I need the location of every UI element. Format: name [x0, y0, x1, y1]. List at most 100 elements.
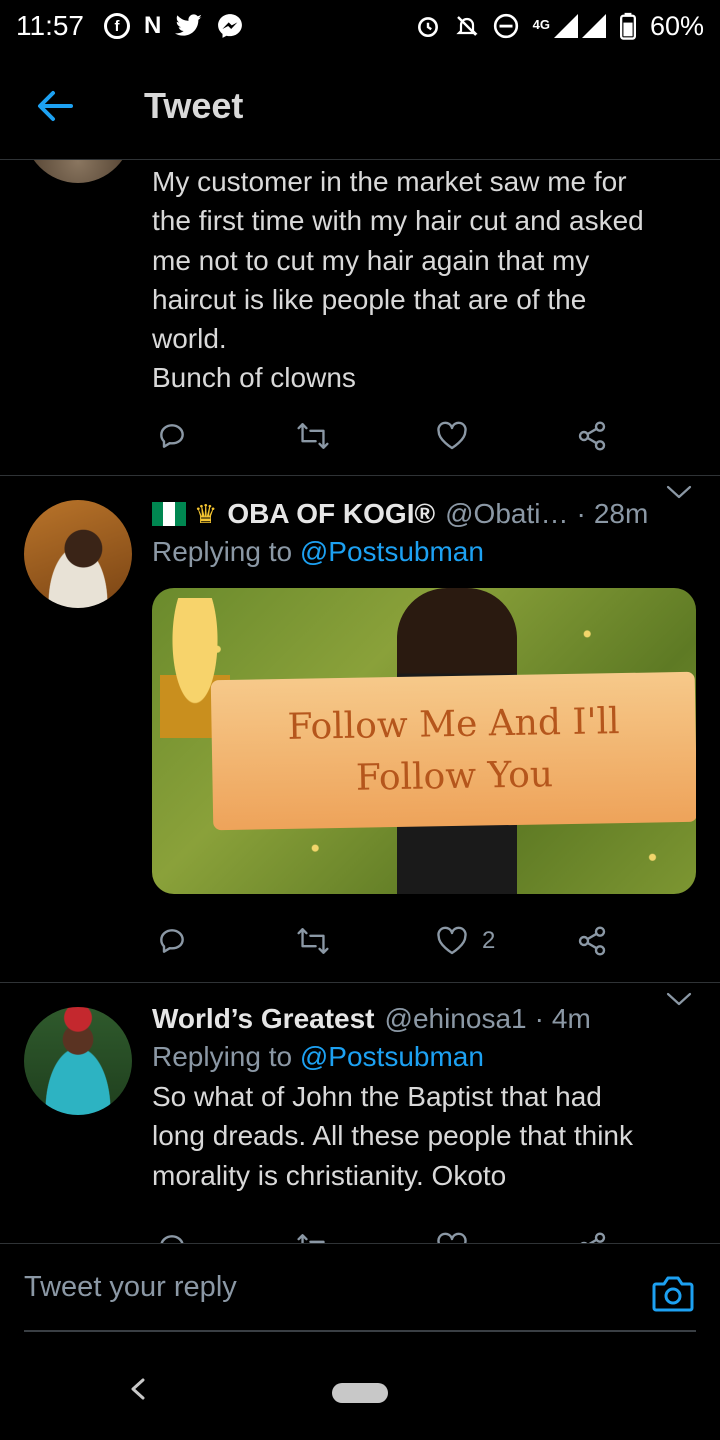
- back-arrow-icon: [38, 90, 73, 121]
- tweet-body: World’s Greatest @ehinosa1 · 4m Replying…: [152, 1003, 696, 1195]
- tweet-item[interactable]: World’s Greatest @ehinosa1 · 4m Replying…: [0, 983, 720, 1243]
- share-icon: [578, 926, 606, 956]
- twitter-icon: [175, 14, 203, 36]
- replying-to: Replying to @Postsubman: [152, 536, 696, 568]
- facebook-icon: f: [104, 13, 130, 39]
- battery-icon: [619, 12, 636, 40]
- separator-dot: ·: [576, 498, 586, 529]
- crown-icon: ♛: [194, 499, 218, 529]
- tweet-thread[interactable]: My customer in the market saw me for the…: [0, 160, 720, 1243]
- like-button[interactable]: [436, 1232, 468, 1243]
- status-time: 11:57: [16, 10, 84, 41]
- retweet-icon: [297, 1234, 325, 1243]
- share-icon: [580, 1232, 606, 1243]
- tweet-actions: [152, 1227, 612, 1243]
- reply-input[interactable]: Tweet your reply: [24, 1244, 696, 1332]
- tweet-text-line: So what of John the Baptist that had: [152, 1081, 602, 1112]
- reply-button[interactable]: [156, 1231, 188, 1243]
- back-button[interactable]: [0, 90, 110, 122]
- retweet-button[interactable]: [296, 926, 330, 956]
- dnd-icon: [493, 13, 518, 39]
- status-bar: 11:57 f N 4G 60%: [0, 0, 720, 52]
- news-icon: N: [144, 12, 162, 39]
- reply-icon: [160, 929, 184, 953]
- like-button[interactable]: [436, 421, 468, 451]
- separator-dot: ·: [534, 1003, 544, 1034]
- alarm-icon: [417, 17, 438, 38]
- chevron-down-icon: [666, 992, 692, 1006]
- tweet-text-line: morality is christianity. Okoto: [152, 1159, 507, 1191]
- battery-percent: 60%: [649, 10, 704, 41]
- tweet-time: 28m: [593, 498, 649, 529]
- system-nav-bar: [0, 1333, 720, 1440]
- user-handle[interactable]: @Obati…: [445, 498, 568, 530]
- tweet-menu-button[interactable]: [666, 991, 692, 1012]
- network-type: 4G: [532, 16, 550, 32]
- avatar[interactable]: [24, 160, 132, 183]
- tweet-text-line: me not to cut my hair again that my: [152, 244, 590, 276]
- reply-button[interactable]: [156, 420, 188, 452]
- mention-link[interactable]: @Postsubman: [300, 1041, 484, 1072]
- tweet-text-line: Bunch of clowns: [152, 362, 356, 394]
- heart-icon: [437, 421, 467, 450]
- tweet-image[interactable]: Follow Me And I'll Follow You: [152, 588, 696, 894]
- nav-home-pill[interactable]: [332, 1383, 388, 1403]
- top-app-bar: Tweet: [0, 52, 720, 160]
- chevron-left-icon: [131, 1378, 145, 1400]
- signal-icon: [553, 14, 606, 38]
- nav-back-button[interactable]: [128, 1377, 148, 1406]
- page-title: Tweet: [144, 84, 244, 126]
- tweet-text-line: long dreads. All these people that think: [152, 1120, 634, 1152]
- mention-link[interactable]: @Postsubman: [300, 536, 484, 567]
- mute-icon: [455, 16, 478, 36]
- system-icons: 4G 60%: [415, 11, 704, 42]
- reply-button[interactable]: [156, 925, 188, 957]
- tweet-actions: [152, 416, 612, 456]
- retweet-button[interactable]: [296, 421, 330, 451]
- user-handle[interactable]: @ehinosa1: [385, 1003, 527, 1035]
- reply-icon: [160, 424, 184, 448]
- retweet-icon: [297, 928, 329, 954]
- display-name[interactable]: World’s Greatest: [152, 1003, 375, 1035]
- share-button[interactable]: [576, 1231, 608, 1243]
- tweet-text-line: world.: [152, 323, 227, 355]
- share-button[interactable]: [576, 925, 608, 957]
- tweet-text-line: the first time with my hair cut and aske…: [152, 205, 644, 237]
- reply-placeholder: Tweet your reply: [24, 1270, 237, 1303]
- display-name[interactable]: OBA OF KOGI®: [227, 498, 435, 530]
- notification-icons: f N: [104, 12, 243, 40]
- avatar[interactable]: [24, 1007, 132, 1115]
- camera-button[interactable]: [652, 1274, 694, 1317]
- tweet-body: ♛ OBA OF KOGI® @Obati… · 28m Replying to…: [152, 498, 696, 894]
- camera-icon: [652, 1276, 694, 1312]
- image-caption-line: Follow You: [355, 754, 554, 799]
- tweet-item[interactable]: My customer in the market saw me for the…: [0, 160, 720, 476]
- tweet-menu-button[interactable]: [666, 484, 692, 505]
- tweet-text-line: haircut is like people that are of the: [152, 283, 587, 315]
- image-banner: Follow Me And I'll Follow You: [210, 671, 696, 831]
- like-button[interactable]: 2: [436, 926, 495, 956]
- replying-to-label: Replying to: [152, 536, 293, 567]
- tweet-text-line: My customer in the market saw me for: [152, 166, 627, 197]
- share-icon: [578, 421, 606, 451]
- like-count: 2: [482, 927, 496, 954]
- retweet-button[interactable]: [296, 1232, 330, 1243]
- heart-icon: [437, 1232, 467, 1243]
- tweet-item[interactable]: ♛ OBA OF KOGI® @Obati… · 28m Replying to…: [0, 476, 720, 983]
- tweet-time: 4m: [551, 1003, 591, 1034]
- retweet-icon: [297, 423, 329, 449]
- replying-to-label: Replying to: [152, 1041, 293, 1072]
- share-button[interactable]: [576, 420, 608, 452]
- heart-icon: [437, 926, 467, 955]
- tweet-meta: ♛ OBA OF KOGI® @Obati… · 28m: [152, 498, 696, 530]
- image-caption-line: Follow Me And I'll: [287, 701, 620, 748]
- reply-composer: Tweet your reply: [0, 1243, 720, 1333]
- reply-icon: [160, 1235, 184, 1243]
- tweet-body: My customer in the market saw me for the…: [152, 162, 696, 398]
- tweet-text: So what of John the Baptist that had lon…: [152, 1077, 696, 1195]
- tweet-meta: World’s Greatest @ehinosa1 · 4m: [152, 1003, 696, 1035]
- tweet-actions: 2: [152, 921, 612, 961]
- avatar[interactable]: [24, 500, 132, 608]
- chevron-down-icon: [666, 485, 692, 499]
- nigeria-flag-icon: [152, 502, 186, 526]
